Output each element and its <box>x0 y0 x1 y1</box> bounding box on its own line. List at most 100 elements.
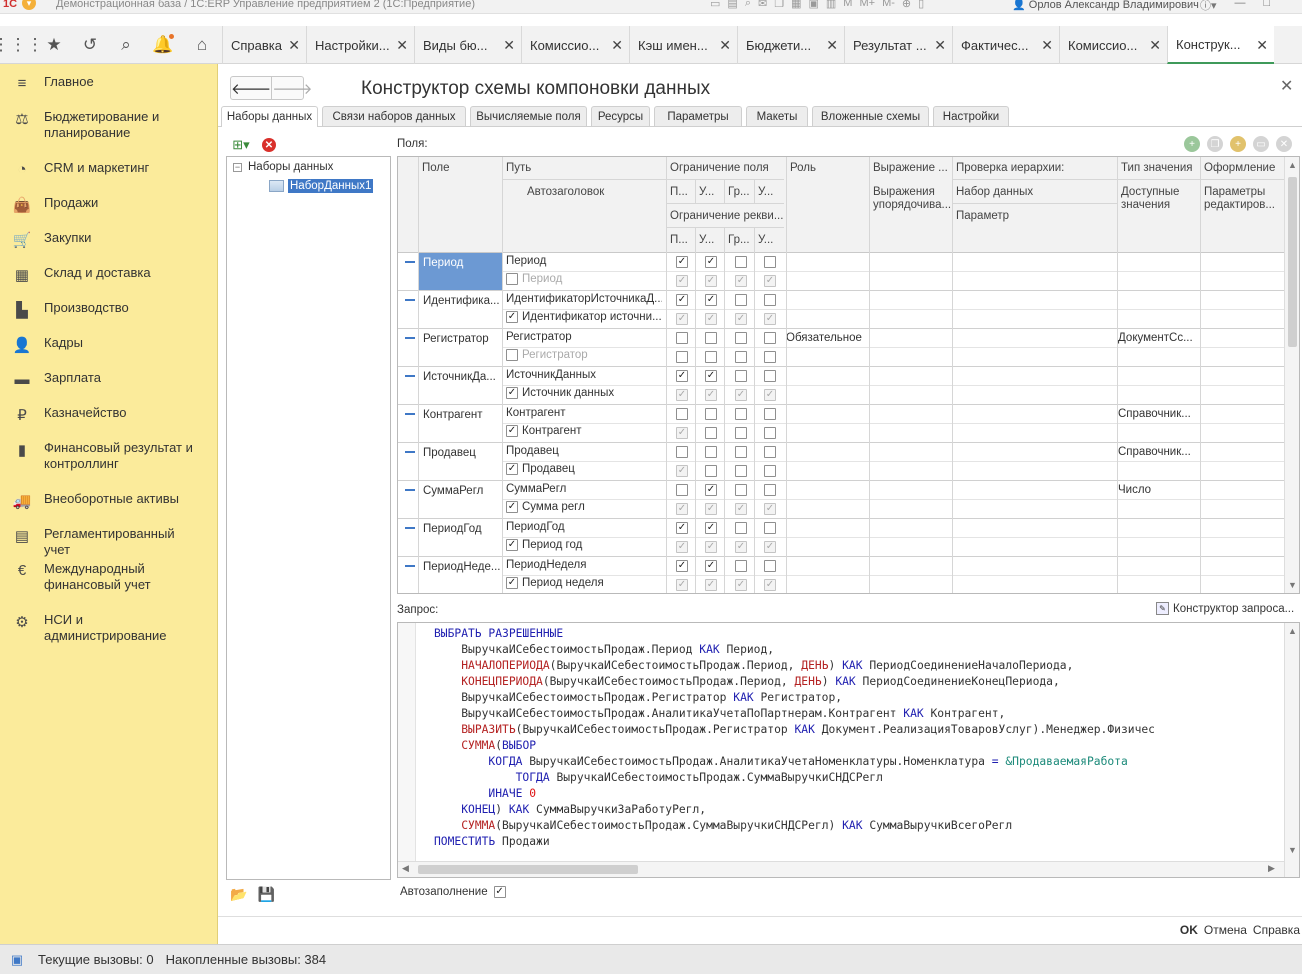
col-dataset[interactable]: Набор данных <box>952 183 1037 202</box>
editor-horizontal-scrollbar[interactable]: ◀ ▶ <box>398 861 1284 877</box>
open-folder-icon[interactable]: 📂 <box>230 886 247 903</box>
autotitle-checkbox[interactable]: ✓ <box>506 425 518 437</box>
delete-field-icon[interactable]: ✕ <box>1276 136 1292 152</box>
attr-restriction-checkbox[interactable]: ✓ <box>735 503 747 515</box>
attr-restriction-checkbox[interactable] <box>735 427 747 439</box>
field-title[interactable]: Период <box>502 273 662 285</box>
ok-button[interactable]: OK <box>1180 923 1198 937</box>
field-restriction-checkbox[interactable]: ✓ <box>676 256 688 268</box>
scroll-up-icon[interactable]: ▲ <box>1288 160 1297 170</box>
field-restriction-checkbox[interactable] <box>764 522 776 534</box>
field-restriction-checkbox[interactable] <box>764 560 776 572</box>
field-restriction-checkbox[interactable] <box>735 560 747 572</box>
field-path[interactable]: ПериодГод <box>502 521 662 533</box>
search-icon[interactable]: ⌕ <box>745 0 751 10</box>
attr-restriction-checkbox[interactable]: ✓ <box>735 579 747 591</box>
sidebar-item-12[interactable]: 🚚 Внеоборотные активы <box>0 491 218 510</box>
field-name[interactable]: Идентифика... <box>418 291 502 328</box>
editor-scroll-up-icon[interactable]: ▲ <box>1288 626 1297 636</box>
field-title[interactable]: ✓ Период год <box>502 539 662 551</box>
attr-restriction-checkbox[interactable]: ✓ <box>676 313 688 325</box>
attr-restriction-checkbox[interactable]: ✓ <box>764 389 776 401</box>
attr-restriction-checkbox[interactable]: ✓ <box>735 313 747 325</box>
field-restriction-checkbox[interactable]: ✓ <box>705 370 717 382</box>
tab-close-icon[interactable]: ✕ <box>288 37 300 54</box>
field-restriction-checkbox[interactable] <box>735 332 747 344</box>
sidebar-item-3[interactable]: ◔ CRM и маркетинг <box>0 160 218 178</box>
attr-restriction-checkbox[interactable] <box>705 465 717 477</box>
field-restriction-checkbox[interactable] <box>764 294 776 306</box>
field-restriction-checkbox[interactable]: ✓ <box>676 522 688 534</box>
attr-restriction-checkbox[interactable] <box>676 351 688 363</box>
tab-close-icon[interactable]: ✕ <box>1256 37 1268 54</box>
tab-close-icon[interactable]: ✕ <box>934 37 946 54</box>
table-icon[interactable]: ▦ <box>791 0 801 10</box>
form-tab-3[interactable]: Вычисляемые поля <box>470 106 587 126</box>
tree-root[interactable]: − Наборы данных <box>233 161 333 173</box>
field-restriction-checkbox[interactable] <box>735 522 747 534</box>
field-path[interactable]: ИсточникДанных <box>502 369 662 381</box>
home-icon[interactable]: ⌂ <box>184 26 220 64</box>
attr-restriction-checkbox[interactable] <box>764 465 776 477</box>
tab-close-icon[interactable]: ✕ <box>611 37 623 54</box>
memory-mminus-button[interactable]: M- <box>882 0 895 10</box>
attr-restriction-checkbox[interactable]: ✓ <box>676 465 688 477</box>
field-restriction-checkbox[interactable] <box>676 484 688 496</box>
field-row[interactable]: Идентифика... ИдентификаторИсточникаД... ✓… <box>398 291 1284 329</box>
col-design[interactable]: Оформление <box>1200 159 1284 178</box>
sidebar-item-11[interactable]: ▮ Финансовый результат и контроллинг <box>0 440 218 472</box>
window-icon[interactable]: ▯ <box>918 0 924 10</box>
col-r1[interactable]: П... <box>666 183 692 202</box>
attr-restriction-checkbox[interactable] <box>735 351 747 363</box>
notifications-bell-icon[interactable]: 🔔 <box>145 26 181 64</box>
field-path[interactable]: Период <box>502 255 662 267</box>
field-path[interactable]: СуммаРегл <box>502 483 662 495</box>
field-row[interactable]: ПериодГод ПериодГод ✓ Период год ✓ ✓ ✓ ✓ ✓ ✓ <box>398 519 1284 557</box>
field-row[interactable]: ПериодНеде... ПериодНеделя ✓ Период неделя ✓… <box>398 557 1284 593</box>
field-restriction-checkbox[interactable]: ✓ <box>676 294 688 306</box>
scroll-thumb[interactable] <box>1288 177 1297 347</box>
history-icon[interactable]: ↺ <box>72 26 108 64</box>
autotitle-checkbox[interactable] <box>506 349 518 361</box>
mail-icon[interactable]: ✉ <box>758 0 767 10</box>
field-restriction-checkbox[interactable]: ✓ <box>705 484 717 496</box>
col-autotitle[interactable]: Автозаголовок <box>523 183 608 202</box>
field-restriction-checkbox[interactable] <box>764 408 776 420</box>
save-icon[interactable]: ▭ <box>710 0 720 10</box>
tab-5[interactable]: Кэш имен... ✕ <box>629 26 737 64</box>
attr-restriction-checkbox[interactable]: ✓ <box>676 427 688 439</box>
attr-restriction-checkbox[interactable]: ✓ <box>676 389 688 401</box>
sidebar-item-8[interactable]: 👤 Кадры <box>0 335 218 354</box>
field-title[interactable]: ✓ Продавец <box>502 463 662 475</box>
field-restriction-checkbox[interactable] <box>676 408 688 420</box>
attr-restriction-checkbox[interactable]: ✓ <box>764 275 776 287</box>
field-restriction-checkbox[interactable]: ✓ <box>705 256 717 268</box>
sidebar-item-4[interactable]: 👜 Продажи <box>0 195 218 214</box>
add-field-icon[interactable]: + <box>1184 136 1200 152</box>
autotitle-checkbox[interactable]: ✓ <box>506 577 518 589</box>
form-tab-2[interactable]: Связи наборов данных <box>322 106 466 126</box>
field-name[interactable]: ПериодНеде... <box>418 557 502 593</box>
apps-grid-icon[interactable]: ⋮⋮⋮ <box>0 26 44 64</box>
autotitle-checkbox[interactable]: ✓ <box>506 463 518 475</box>
favorites-star-icon[interactable]: ★ <box>36 26 72 64</box>
memory-m-button[interactable]: M <box>843 0 852 10</box>
field-name[interactable]: ИсточникДа... <box>418 367 502 404</box>
field-value-type[interactable]: ДокументСс... <box>1118 332 1200 344</box>
attr-restriction-checkbox[interactable]: ✓ <box>676 275 688 287</box>
col-r2[interactable]: У... <box>695 183 718 202</box>
col-q4[interactable]: У... <box>754 231 777 250</box>
col-req-restriction[interactable]: Ограничение рекви... <box>666 207 787 226</box>
col-restriction[interactable]: Ограничение поля <box>666 159 773 178</box>
cancel-button[interactable]: Отмена <box>1204 923 1247 937</box>
form-tab-6[interactable]: Макеты <box>746 106 808 126</box>
sidebar-item-10[interactable]: ₽ Казначейство <box>0 405 218 424</box>
attr-restriction-checkbox[interactable]: ✓ <box>735 389 747 401</box>
forward-arrow-icon[interactable]: 🡒 <box>272 77 312 99</box>
tab-6[interactable]: Бюджети... ✕ <box>737 26 844 64</box>
help-button[interactable]: Справка <box>1253 923 1300 937</box>
autofill-checkbox[interactable]: ✓ <box>493 886 506 898</box>
scroll-left-icon[interactable]: ◀ <box>402 863 409 874</box>
tab-2[interactable]: Настройки... ✕ <box>306 26 414 64</box>
attr-restriction-checkbox[interactable]: ✓ <box>764 541 776 553</box>
